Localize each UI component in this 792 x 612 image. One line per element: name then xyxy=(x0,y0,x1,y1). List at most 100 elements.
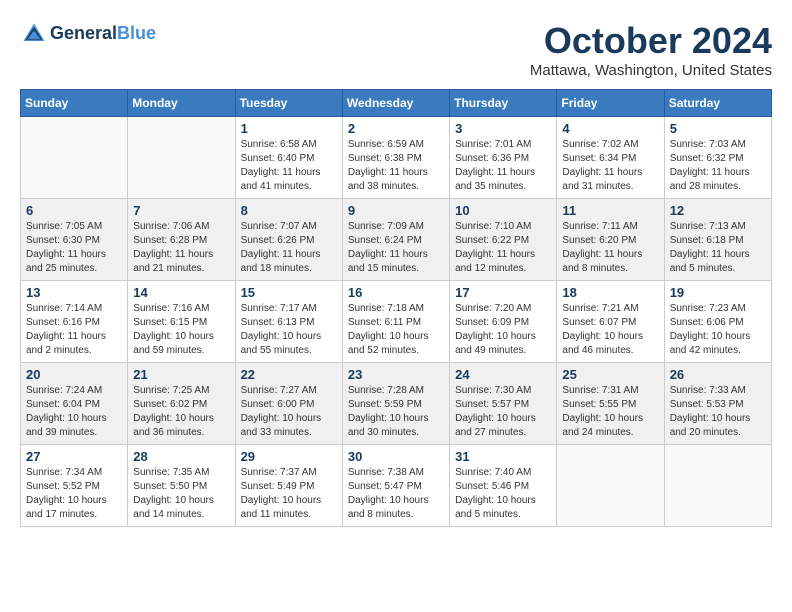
calendar-cell: 8 Sunrise: 7:07 AMSunset: 6:26 PMDaylight… xyxy=(235,199,342,281)
day-info: Sunrise: 7:13 AMSunset: 6:18 PMDaylight:… xyxy=(670,220,766,276)
calendar-week-row: 27 Sunrise: 7:34 AMSunset: 5:52 PMDayligh… xyxy=(21,445,772,527)
calendar-cell: 19 Sunrise: 7:23 AMSunset: 6:06 PMDayligh… xyxy=(664,281,771,363)
calendar-cell: 9 Sunrise: 7:09 AMSunset: 6:24 PMDaylight… xyxy=(342,199,449,281)
day-number: 24 xyxy=(455,367,551,382)
day-info: Sunrise: 7:17 AMSunset: 6:13 PMDaylight:… xyxy=(241,302,337,358)
calendar-cell xyxy=(557,445,664,527)
day-info: Sunrise: 7:33 AMSunset: 5:53 PMDaylight:… xyxy=(670,384,766,440)
weekday-header: Tuesday xyxy=(235,90,342,117)
calendar-header: SundayMondayTuesdayWednesdayThursdayFrid… xyxy=(21,90,772,117)
day-info: Sunrise: 7:14 AMSunset: 6:16 PMDaylight:… xyxy=(26,302,122,358)
calendar-cell: 10 Sunrise: 7:10 AMSunset: 6:22 PMDayligh… xyxy=(450,199,557,281)
calendar-cell: 26 Sunrise: 7:33 AMSunset: 5:53 PMDayligh… xyxy=(664,363,771,445)
month-title: October 2024 xyxy=(530,20,772,62)
weekday-header: Saturday xyxy=(664,90,771,117)
day-info: Sunrise: 7:10 AMSunset: 6:22 PMDaylight:… xyxy=(455,220,551,276)
calendar-cell: 15 Sunrise: 7:17 AMSunset: 6:13 PMDayligh… xyxy=(235,281,342,363)
day-number: 10 xyxy=(455,203,551,218)
calendar-week-row: 1 Sunrise: 6:58 AMSunset: 6:40 PMDaylight… xyxy=(21,117,772,199)
calendar-cell: 31 Sunrise: 7:40 AMSunset: 5:46 PMDayligh… xyxy=(450,445,557,527)
day-info: Sunrise: 7:02 AMSunset: 6:34 PMDaylight:… xyxy=(562,138,658,194)
day-number: 19 xyxy=(670,285,766,300)
day-number: 13 xyxy=(26,285,122,300)
day-number: 15 xyxy=(241,285,337,300)
day-info: Sunrise: 7:01 AMSunset: 6:36 PMDaylight:… xyxy=(455,138,551,194)
day-number: 26 xyxy=(670,367,766,382)
day-number: 7 xyxy=(133,203,229,218)
calendar-cell: 11Sunrise: 7:11 AMSunset: 6:20 PMDayligh… xyxy=(557,199,664,281)
day-info: Sunrise: 7:31 AMSunset: 5:55 PMDaylight:… xyxy=(562,384,658,440)
day-info: Sunrise: 7:20 AMSunset: 6:09 PMDaylight:… xyxy=(455,302,551,358)
day-number: 18 xyxy=(562,285,658,300)
day-info: Sunrise: 7:03 AMSunset: 6:32 PMDaylight:… xyxy=(670,138,766,194)
day-number: 8 xyxy=(241,203,337,218)
calendar-cell xyxy=(21,117,128,199)
calendar-cell: 4 Sunrise: 7:02 AMSunset: 6:34 PMDaylight… xyxy=(557,117,664,199)
calendar-cell: 2Sunrise: 6:59 AMSunset: 6:38 PMDaylight… xyxy=(342,117,449,199)
calendar-cell: 17 Sunrise: 7:20 AMSunset: 6:09 PMDayligh… xyxy=(450,281,557,363)
day-number: 21 xyxy=(133,367,229,382)
calendar-cell xyxy=(664,445,771,527)
day-info: Sunrise: 7:21 AMSunset: 6:07 PMDaylight:… xyxy=(562,302,658,358)
calendar-table: SundayMondayTuesdayWednesdayThursdayFrid… xyxy=(20,89,772,527)
weekday-header: Wednesday xyxy=(342,90,449,117)
day-number: 30 xyxy=(348,449,444,464)
calendar-cell: 27 Sunrise: 7:34 AMSunset: 5:52 PMDayligh… xyxy=(21,445,128,527)
day-number: 20 xyxy=(26,367,122,382)
calendar-cell: 30 Sunrise: 7:38 AMSunset: 5:47 PMDayligh… xyxy=(342,445,449,527)
day-number: 12 xyxy=(670,203,766,218)
logo-icon xyxy=(20,20,48,48)
location: Mattawa, Washington, United States xyxy=(530,62,772,79)
calendar-cell: 3 Sunrise: 7:01 AMSunset: 6:36 PMDaylight… xyxy=(450,117,557,199)
calendar-cell: 12 Sunrise: 7:13 AMSunset: 6:18 PMDayligh… xyxy=(664,199,771,281)
day-number: 14 xyxy=(133,285,229,300)
calendar-cell: 20 Sunrise: 7:24 AMSunset: 6:04 PMDayligh… xyxy=(21,363,128,445)
weekday-header: Thursday xyxy=(450,90,557,117)
calendar-cell: 14 Sunrise: 7:16 AMSunset: 6:15 PMDayligh… xyxy=(128,281,235,363)
day-number: 3 xyxy=(455,121,551,136)
logo-text: GeneralBlue xyxy=(50,24,156,44)
day-number: 25 xyxy=(562,367,658,382)
calendar-week-row: 6Sunrise: 7:05 AMSunset: 6:30 PMDaylight… xyxy=(21,199,772,281)
day-info: Sunrise: 6:59 AMSunset: 6:38 PMDaylight:… xyxy=(348,138,444,194)
day-info: Sunrise: 7:38 AMSunset: 5:47 PMDaylight:… xyxy=(348,466,444,522)
weekday-header: Monday xyxy=(128,90,235,117)
day-number: 27 xyxy=(26,449,122,464)
day-number: 9 xyxy=(348,203,444,218)
day-info: Sunrise: 6:58 AMSunset: 6:40 PMDaylight:… xyxy=(241,138,337,194)
day-info: Sunrise: 7:40 AMSunset: 5:46 PMDaylight:… xyxy=(455,466,551,522)
day-info: Sunrise: 7:28 AMSunset: 5:59 PMDaylight:… xyxy=(348,384,444,440)
calendar-cell: 7 Sunrise: 7:06 AMSunset: 6:28 PMDaylight… xyxy=(128,199,235,281)
day-number: 31 xyxy=(455,449,551,464)
calendar-cell: 5 Sunrise: 7:03 AMSunset: 6:32 PMDaylight… xyxy=(664,117,771,199)
calendar-cell: 28Sunrise: 7:35 AMSunset: 5:50 PMDayligh… xyxy=(128,445,235,527)
day-number: 5 xyxy=(670,121,766,136)
day-info: Sunrise: 7:23 AMSunset: 6:06 PMDaylight:… xyxy=(670,302,766,358)
day-number: 17 xyxy=(455,285,551,300)
calendar-cell: 22Sunrise: 7:27 AMSunset: 6:00 PMDayligh… xyxy=(235,363,342,445)
calendar-cell: 16Sunrise: 7:18 AMSunset: 6:11 PMDayligh… xyxy=(342,281,449,363)
day-number: 11 xyxy=(562,203,658,218)
calendar-cell: 13 Sunrise: 7:14 AMSunset: 6:16 PMDayligh… xyxy=(21,281,128,363)
calendar-cell: 23Sunrise: 7:28 AMSunset: 5:59 PMDayligh… xyxy=(342,363,449,445)
calendar-cell: 29Sunrise: 7:37 AMSunset: 5:49 PMDayligh… xyxy=(235,445,342,527)
logo: GeneralBlue xyxy=(20,20,156,48)
day-info: Sunrise: 7:34 AMSunset: 5:52 PMDaylight:… xyxy=(26,466,122,522)
weekday-header: Friday xyxy=(557,90,664,117)
page-header: GeneralBlue October 2024 Mattawa, Washin… xyxy=(20,20,772,79)
day-number: 22 xyxy=(241,367,337,382)
calendar-cell: 6Sunrise: 7:05 AMSunset: 6:30 PMDaylight… xyxy=(21,199,128,281)
day-info: Sunrise: 7:24 AMSunset: 6:04 PMDaylight:… xyxy=(26,384,122,440)
day-info: Sunrise: 7:16 AMSunset: 6:15 PMDaylight:… xyxy=(133,302,229,358)
calendar-week-row: 13 Sunrise: 7:14 AMSunset: 6:16 PMDayligh… xyxy=(21,281,772,363)
day-info: Sunrise: 7:09 AMSunset: 6:24 PMDaylight:… xyxy=(348,220,444,276)
day-info: Sunrise: 7:06 AMSunset: 6:28 PMDaylight:… xyxy=(133,220,229,276)
title-block: October 2024 Mattawa, Washington, United… xyxy=(530,20,772,79)
day-info: Sunrise: 7:30 AMSunset: 5:57 PMDaylight:… xyxy=(455,384,551,440)
day-number: 16 xyxy=(348,285,444,300)
day-number: 4 xyxy=(562,121,658,136)
day-number: 1 xyxy=(241,121,337,136)
day-number: 28 xyxy=(133,449,229,464)
day-info: Sunrise: 7:07 AMSunset: 6:26 PMDaylight:… xyxy=(241,220,337,276)
day-number: 29 xyxy=(241,449,337,464)
